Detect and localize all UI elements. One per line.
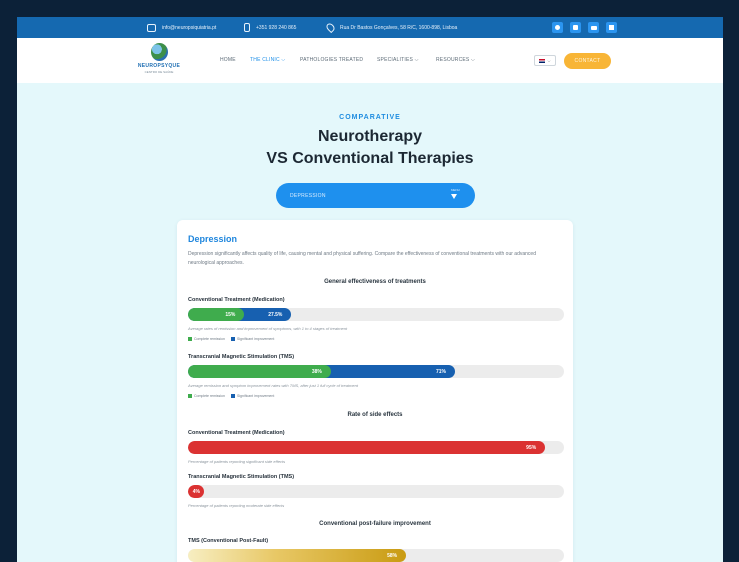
post-failure-tms-label: TMS (Conventional Post-Fault): [188, 538, 269, 544]
side-effects-conventional-value: 95%: [526, 444, 537, 451]
logo-tagline: CENTRO DE SAÚDE: [144, 70, 174, 74]
side-effects-conventional-bar: 95%: [188, 441, 564, 454]
side-effects-tms-fill: 4%: [188, 485, 204, 498]
green-swatch-icon: [188, 337, 192, 341]
chevron-down-icon: [451, 194, 457, 199]
nav-item-resources[interactable]: RESOURCES ⌵: [436, 57, 475, 63]
condition-selector-value: DEPRESSION: [290, 193, 326, 199]
side-effects-conventional-fill: 95%: [188, 441, 546, 454]
tms-remission-fill: 38%: [188, 365, 331, 378]
tms-remission-value: 38%: [311, 368, 322, 375]
side-effects-tms-bar: 4%: [188, 485, 564, 498]
blue-swatch-icon: [230, 394, 235, 398]
effectiveness-legend: Complete remission Significant improveme…: [188, 337, 274, 341]
phone-link[interactable]: +351 928 240 865: [244, 17, 296, 38]
linkedin-icon[interactable]: [606, 22, 617, 33]
side-effects-tms-note: Percentage of patients reporting moderat…: [188, 503, 285, 508]
social-links: [552, 22, 617, 33]
blue-swatch-icon: [230, 337, 235, 341]
address-text: Rua Dr Bastos Gonçalves, 58 R/C, 1600-89…: [340, 24, 458, 31]
tms-legend: Complete remission Significant improveme…: [188, 394, 274, 398]
email-text: info@neuropsiquiatria.pt: [162, 24, 217, 31]
tms-improvement-value: 71%: [435, 368, 446, 375]
youtube-icon[interactable]: [588, 22, 599, 33]
whatsapp-icon[interactable]: [552, 22, 563, 33]
condition-selector[interactable]: DEPRESSION MENU: [276, 183, 475, 208]
address-link[interactable]: Rua Dr Bastos Gonçalves, 58 R/C, 1600-89…: [324, 17, 458, 38]
conventional-remission-fill: 15%: [188, 308, 245, 321]
side-effects-conventional-note: Percentage of patients reporting signifi…: [188, 459, 286, 464]
nav-item-specialities[interactable]: SPECIALITIES ⌵: [377, 57, 419, 63]
main-navigation: NEUROPSYQUE CENTRO DE SAÚDE HOME THE CLI…: [17, 38, 723, 83]
post-failure-tms-bar: 58%: [188, 549, 564, 562]
post-failure-tms-value: 58%: [387, 552, 398, 559]
post-failure-tms-fill: 58%: [188, 549, 407, 562]
site-logo[interactable]: NEUROPSYQUE CENTRO DE SAÚDE: [137, 43, 181, 74]
legend-complete-remission: Complete remission: [194, 337, 225, 341]
nav-item-pathologies-treated[interactable]: PATHOLOGIES TREATED: [300, 57, 363, 63]
hero-eyebrow: COMPARATIVE: [339, 114, 401, 121]
hero-title-line-2: VS Conventional Therapies: [266, 150, 474, 167]
nav-item-home[interactable]: HOME: [220, 57, 236, 63]
tms-effectiveness-note: Average remission and symptom improvemen…: [188, 383, 358, 388]
location-pin-icon: [324, 21, 337, 34]
phone-text: +351 928 240 865: [256, 24, 297, 31]
selector-menu-label: MENU: [451, 188, 460, 192]
conventional-effectiveness-note: Average rates of remission and improveme…: [188, 326, 348, 331]
brain-logo-icon: [150, 43, 168, 61]
conventional-improvement-value: 27.5%: [268, 311, 283, 318]
contact-bar: info@neuropsiquiatria.pt +351 928 240 86…: [17, 17, 723, 38]
legend-complete-remission: Complete remission: [194, 394, 225, 398]
section-title-side-effects: Rate of side effects: [347, 412, 403, 418]
section-title-post-failure: Conventional post-failure improvement: [319, 521, 431, 527]
tms-treatment-label: Transcranial Magnetic Stimulation (TMS): [188, 354, 295, 360]
condition-title: Depression: [188, 234, 238, 244]
page-frame: info@neuropsiquiatria.pt +351 928 240 86…: [17, 17, 723, 562]
comparison-card: Depression Depression significantly affe…: [177, 220, 573, 562]
nav-item-the-clinic[interactable]: THE CLINIC ⌵: [250, 57, 285, 63]
side-effects-tms-label: Transcranial Magnetic Stimulation (TMS): [188, 474, 295, 480]
mail-icon: [147, 23, 156, 32]
conventional-effectiveness-bar: 27.5% 15%: [188, 308, 564, 321]
instagram-icon[interactable]: [570, 22, 581, 33]
side-effects-conventional-label: Conventional Treatment (Medication): [188, 430, 285, 436]
uk-flag-icon: [539, 58, 546, 63]
section-title-effectiveness: General effectiveness of treatments: [324, 279, 426, 285]
legend-significant-improvement: Significant improvement: [236, 337, 275, 341]
side-effects-tms-value: 4%: [192, 488, 200, 495]
language-chevron: ⌵: [547, 58, 551, 63]
conventional-treatment-label: Conventional Treatment (Medication): [188, 297, 285, 303]
tms-effectiveness-bar: 71% 38%: [188, 365, 564, 378]
condition-description: Depression significantly affects quality…: [188, 251, 536, 266]
conventional-remission-value: 15%: [225, 311, 236, 318]
phone-icon: [244, 23, 250, 32]
green-swatch-icon: [188, 394, 192, 398]
legend-significant-improvement: Significant improvement: [236, 394, 275, 398]
email-link[interactable]: info@neuropsiquiatria.pt: [147, 17, 216, 38]
hero-title-line-1: Neurotherapy: [317, 128, 423, 145]
logo-name: NEUROPSYQUE: [137, 63, 181, 69]
contact-button[interactable]: CONTACT: [564, 53, 611, 69]
language-selector[interactable]: ⌵: [534, 55, 556, 66]
